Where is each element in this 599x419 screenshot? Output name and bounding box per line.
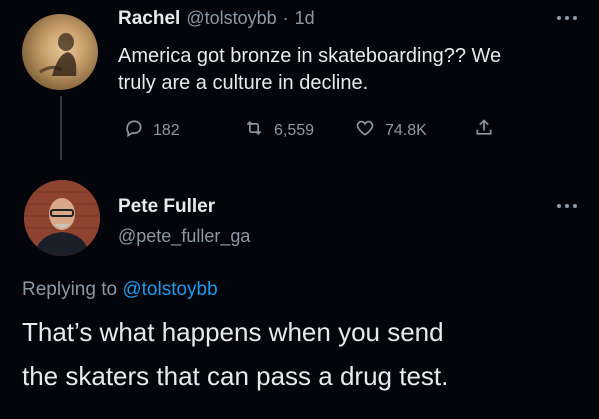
tweet-text-line: That’s what happens when you send bbox=[22, 317, 444, 347]
thread-connector-line bbox=[60, 96, 62, 160]
retweet-action[interactable]: 6,559 bbox=[243, 118, 314, 143]
heart-icon bbox=[354, 118, 376, 143]
avatar[interactable] bbox=[24, 180, 100, 256]
reply-count: 182 bbox=[153, 121, 180, 139]
like-action[interactable]: 74.8K bbox=[354, 118, 427, 143]
more-horizontal-icon[interactable] bbox=[556, 10, 578, 28]
tweet-header: Rachel @tolstoybb · 1d bbox=[118, 8, 315, 30]
timestamp[interactable]: 1d bbox=[295, 8, 315, 29]
like-count: 74.8K bbox=[385, 121, 427, 139]
retweet-count: 6,559 bbox=[274, 121, 315, 139]
more-horizontal-icon[interactable] bbox=[556, 198, 578, 216]
author-handle[interactable]: @pete_fuller_ga bbox=[118, 226, 250, 247]
tweet-text-line: America got bronze in skateboarding?? We bbox=[118, 45, 502, 67]
separator: · bbox=[282, 8, 289, 28]
tweet-text-line: truly are a culture in decline. bbox=[118, 72, 369, 94]
retweet-icon bbox=[243, 118, 265, 143]
tweet-text-line: the skaters that can pass a drug test. bbox=[22, 361, 449, 391]
tweet-text: America got bronze in skateboarding?? We… bbox=[118, 43, 501, 97]
replying-to-line: Replying to @tolstoybb bbox=[22, 279, 218, 301]
share-icon[interactable] bbox=[474, 117, 494, 144]
replying-to-label: Replying to bbox=[22, 279, 118, 300]
author-name[interactable]: Pete Fuller bbox=[118, 196, 215, 218]
reply-action[interactable]: 182 bbox=[124, 118, 180, 143]
author-handle[interactable]: @tolstoybb bbox=[186, 8, 276, 29]
avatar[interactable] bbox=[22, 14, 98, 90]
author-name[interactable]: Rachel bbox=[118, 8, 180, 30]
replying-to-handle[interactable]: @tolstoybb bbox=[122, 279, 217, 300]
reply-icon bbox=[124, 118, 144, 143]
tweet-text: That’s what happens when you send the sk… bbox=[22, 310, 448, 398]
